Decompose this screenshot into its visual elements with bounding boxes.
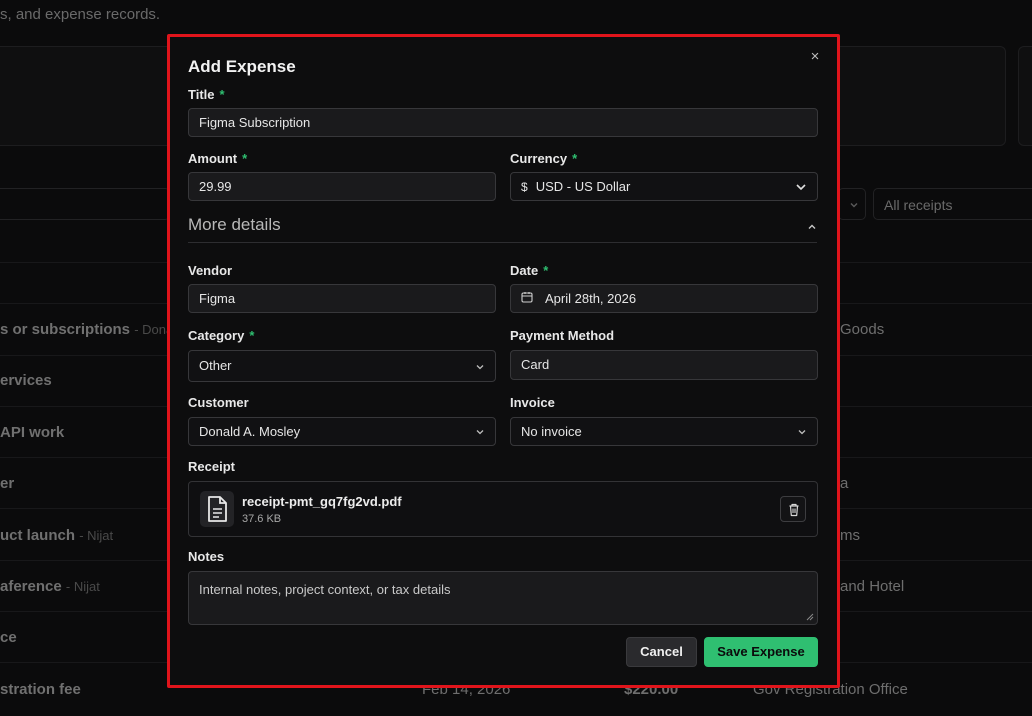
currency-select[interactable]: $ USD - US Dollar — [510, 172, 818, 201]
trash-icon — [789, 503, 799, 517]
calendar-icon — [521, 285, 533, 312]
title-label: Title * — [188, 87, 225, 102]
category-select[interactable]: Other — [188, 350, 496, 382]
invoice-select[interactable]: No invoice — [510, 417, 818, 446]
chevron-up-icon[interactable] — [807, 219, 817, 237]
vendor-label: Vendor — [188, 263, 233, 278]
table-row[interactable]: aference - Nijat — [0, 578, 100, 595]
amount-label: Amount * — [188, 151, 248, 166]
table-cell: Goods — [840, 321, 885, 338]
table-row[interactable]: ce — [0, 629, 17, 646]
table-row[interactable]: s or subscriptions - Dona — [0, 321, 173, 338]
chevron-down-icon — [475, 351, 485, 381]
payment-method-input[interactable]: Card — [510, 350, 818, 380]
vendor-input[interactable]: Figma — [188, 284, 496, 313]
chevron-down-icon — [795, 173, 807, 200]
notes-label: Notes — [188, 549, 225, 564]
table-cell: a — [840, 475, 849, 492]
table-row[interactable]: stration fee — [0, 681, 81, 698]
customer-select[interactable]: Donald A. Mosley — [188, 417, 496, 446]
summary-card — [1018, 46, 1032, 146]
file-text-icon — [200, 491, 234, 527]
title-input[interactable]: Figma Subscription — [188, 108, 818, 137]
dollar-icon: $ — [521, 180, 528, 194]
receipts-filter[interactable]: All receipts — [873, 188, 1032, 220]
table-row[interactable]: API work — [0, 424, 64, 441]
search-filter[interactable] — [0, 188, 170, 220]
receipt-label: Receipt — [188, 459, 235, 474]
notes-placeholder: Internal notes, project context, or tax … — [199, 582, 451, 597]
table-row[interactable]: uct launch - Nijat — [0, 527, 113, 544]
amount-input[interactable]: 29.99 — [188, 172, 496, 201]
status-filter[interactable] — [838, 188, 866, 220]
resize-handle-icon[interactable] — [806, 613, 814, 621]
summary-card — [0, 46, 180, 146]
table-cell: and Hotel — [840, 578, 905, 595]
date-label: Date * — [510, 263, 549, 278]
table-row[interactable]: ervices — [0, 372, 52, 389]
chevron-down-icon — [797, 418, 807, 445]
currency-value: USD - US Dollar — [535, 179, 631, 194]
currency-label: Currency * — [510, 151, 578, 166]
receipt-file-size: 37.6 KB — [242, 513, 282, 525]
invoice-label: Invoice — [510, 395, 555, 410]
close-icon[interactable]: × — [807, 49, 823, 65]
dialog-title: Add Expense — [188, 57, 296, 76]
divider — [188, 242, 817, 243]
save-expense-button[interactable]: Save Expense — [704, 637, 818, 667]
receipt-file-name[interactable]: receipt-pmt_gq7fg2vd.pdf — [242, 494, 402, 509]
add-expense-dialog: × Add Expense Title * Figma Subscription … — [167, 34, 840, 688]
chevron-down-icon — [475, 418, 485, 445]
category-label: Category * — [188, 328, 255, 343]
customer-value: Donald A. Mosley — [199, 424, 301, 439]
summary-card — [830, 46, 1006, 146]
category-value: Other — [199, 358, 232, 373]
page-subtitle: s, and expense records. — [0, 6, 161, 23]
table-cell: ms — [840, 527, 860, 544]
chevron-down-icon — [850, 203, 858, 208]
table-row[interactable]: er — [0, 475, 14, 492]
date-picker[interactable]: April 28th, 2026 — [510, 284, 818, 313]
more-details-toggle[interactable]: More details — [188, 215, 281, 235]
delete-receipt-button[interactable] — [780, 496, 806, 522]
notes-textarea[interactable]: Internal notes, project context, or tax … — [188, 571, 818, 625]
customer-label: Customer — [188, 395, 249, 410]
payment-method-label: Payment Method — [510, 328, 615, 343]
invoice-value: No invoice — [521, 424, 582, 439]
date-value: April 28th, 2026 — [545, 291, 637, 306]
receipt-attachment: receipt-pmt_gq7fg2vd.pdf 37.6 KB — [188, 481, 818, 537]
cancel-button[interactable]: Cancel — [626, 637, 697, 667]
